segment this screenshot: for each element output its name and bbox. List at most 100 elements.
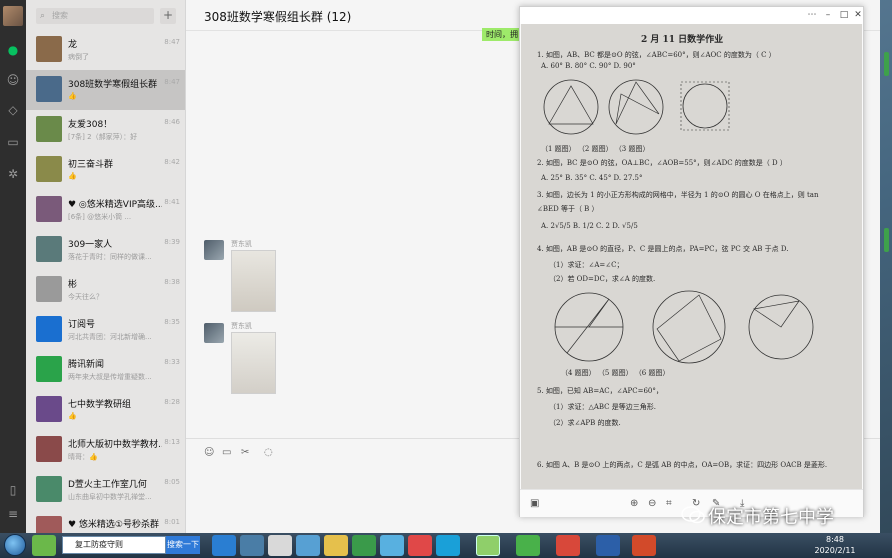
session-time: 8:38 xyxy=(164,278,180,286)
app-icon[interactable] xyxy=(268,535,292,556)
session-item[interactable]: ♥ 悠米精选①号秒杀群 8:01 xyxy=(26,510,185,533)
session-list: ⌕ 搜索 + 龙 8:47 病倒了 308班数学寒假组长群 8:47 👍 友爱308！ 8:4… xyxy=(26,0,186,533)
folder-icon[interactable]: ▭ xyxy=(5,134,21,150)
paper-line: ∠BED 等于（ B ） xyxy=(537,205,599,213)
save-icon[interactable]: ▣ xyxy=(530,498,539,509)
avatar xyxy=(36,76,62,102)
session-item[interactable]: 308班数学寒假组长群 8:47 👍 xyxy=(26,70,185,110)
folder-icon[interactable] xyxy=(324,535,348,556)
avatar[interactable] xyxy=(204,323,224,343)
avatar xyxy=(36,36,62,62)
app-icon[interactable] xyxy=(296,535,320,556)
paper-line: 6. 如图 A、B 是⊙O 上的两点，C 是弧 AB 的中点，OA=OB，求证：… xyxy=(537,461,828,469)
avatar xyxy=(36,396,62,422)
app-icon[interactable] xyxy=(632,535,656,556)
session-item[interactable]: 龙 8:47 病倒了 xyxy=(26,30,185,70)
session-name: D萱火主工作室几何 xyxy=(68,480,147,490)
zoom-out-icon[interactable]: ⊖ xyxy=(648,498,656,509)
session-time: 8:46 xyxy=(164,118,180,126)
session-item[interactable]: D萱火主工作室几何 8:05 山东曲阜初中数学孔禅堂... xyxy=(26,470,185,510)
maximize-button[interactable]: □ xyxy=(838,10,850,20)
avatar[interactable] xyxy=(204,240,224,260)
zoom-in-icon[interactable]: ⊕ xyxy=(630,498,638,509)
system-clock[interactable]: 8:48 2020/2/11 xyxy=(812,534,858,556)
avatar xyxy=(36,236,62,262)
paper-line: （1）求证：∠A=∠C； xyxy=(549,261,624,269)
contacts-icon[interactable]: ☺ xyxy=(5,72,21,88)
session-preview: 两年来大叔是传增重疑数... xyxy=(68,373,152,381)
scissors-icon[interactable]: ✂ xyxy=(241,447,249,458)
session-name: 腾讯新闻 xyxy=(68,360,105,370)
session-preview: 落花于青时：同样的做课... xyxy=(68,253,152,261)
add-button[interactable]: + xyxy=(160,8,176,24)
chat-icon[interactable]: ● xyxy=(5,42,21,58)
close-button[interactable]: ✕ xyxy=(852,10,864,20)
session-item[interactable]: 订阅号 8:35 河北共青团：河北新增确... xyxy=(26,310,185,350)
session-item[interactable]: 腾讯新闻 8:33 两年来大叔是传增重疑数... xyxy=(26,350,185,390)
taskbar: 复工防疫守则 搜索一下 8:48 2020/2/11 xyxy=(0,533,892,558)
avatar xyxy=(36,116,62,142)
session-item[interactable]: 彬 8:38 今天往么？ xyxy=(26,270,185,310)
session-name: 彬 xyxy=(68,280,78,290)
session-name: 北师大版初中数学教材... xyxy=(68,440,162,450)
ie-icon[interactable] xyxy=(212,535,236,556)
message-sender: 贾东凯 xyxy=(231,322,252,330)
session-preview: 👍 xyxy=(68,172,77,180)
session-time: 8:42 xyxy=(164,158,180,166)
taskbar-search-button[interactable]: 搜索一下 xyxy=(166,536,200,554)
avatar xyxy=(36,436,62,462)
my-avatar[interactable] xyxy=(3,6,23,26)
session-time: 8:33 xyxy=(164,358,180,366)
session-item[interactable]: ♥ ◎悠米精选VIP高级... 8:41 [6条] @悠米小筒 ... xyxy=(26,190,185,230)
figure-captions: （4 题图） （5 题图） （6 题图） xyxy=(561,369,670,377)
minimize-button[interactable]: – xyxy=(822,10,834,20)
app-icon[interactable] xyxy=(380,535,404,556)
iqiyi-icon[interactable] xyxy=(516,535,540,556)
app-icon[interactable] xyxy=(436,535,460,556)
app-icon[interactable] xyxy=(32,535,56,556)
session-time: 8:05 xyxy=(164,478,180,486)
word-icon[interactable] xyxy=(596,535,620,556)
media-icon[interactable] xyxy=(240,535,264,556)
figure-circles-1-3 xyxy=(543,79,730,135)
message-bubble-self[interactable]: 时间，拥 xyxy=(482,28,522,41)
session-name: ♥ ◎悠米精选VIP高级... xyxy=(68,200,162,210)
session-item[interactable]: 309一家人 8:39 落花于青时：同样的做课... xyxy=(26,230,185,270)
search-input[interactable]: ⌕ 搜索 xyxy=(36,8,154,24)
session-item[interactable]: 友爱308！ 8:46 [7条] 2（郝家萍）：好 xyxy=(26,110,185,150)
search-icon: ⌕ xyxy=(40,11,46,21)
session-name: 七中数学教研组 xyxy=(68,400,132,410)
avatar xyxy=(36,356,62,382)
session-item[interactable]: 七中数学教研组 8:28 👍 xyxy=(26,390,185,430)
message-image[interactable] xyxy=(231,332,276,394)
folder-icon[interactable]: ▭ xyxy=(222,447,231,458)
message-image[interactable] xyxy=(231,250,276,312)
emoji-icon[interactable]: ☺ xyxy=(204,447,214,458)
session-item[interactable]: 北师大版初中数学教材... 8:13 晴哥：👍 xyxy=(26,430,185,470)
session-preview: 👍 xyxy=(68,92,77,100)
paper-title: 2 月 11 日数学作业 xyxy=(641,35,724,45)
avatar xyxy=(36,476,62,502)
fit-icon[interactable]: ⌗ xyxy=(666,498,672,509)
player-icon[interactable] xyxy=(352,535,376,556)
clock-date: 2020/2/11 xyxy=(814,546,856,555)
session-name: 初三奋斗群 xyxy=(68,160,114,170)
paper-line: （2）若 OD=DC，求∠A 的度数. xyxy=(549,275,656,283)
moments-icon[interactable]: ✲ xyxy=(5,166,21,182)
menu-icon[interactable]: ≡ xyxy=(5,506,21,522)
viewer-titlebar: ⋯ – □ ✕ xyxy=(520,7,863,24)
session-item[interactable]: 初三奋斗群 8:42 👍 xyxy=(26,150,185,190)
phone-icon[interactable]: ▯ xyxy=(5,482,21,498)
session-preview: 今天往么？ xyxy=(68,293,103,301)
favorites-icon[interactable]: ◇ xyxy=(5,102,21,118)
figure-captions: （1 题图） （2 题图） （3 题图） xyxy=(541,145,650,153)
more-button[interactable]: ⋯ xyxy=(806,10,818,20)
app-icon[interactable] xyxy=(408,535,432,556)
session-preview: 河北共青团：河北新增确... xyxy=(68,333,152,341)
wechat-icon[interactable] xyxy=(476,535,500,556)
app-icon[interactable] xyxy=(556,535,580,556)
start-button[interactable] xyxy=(4,534,26,556)
session-time: 8:47 xyxy=(164,78,180,86)
taskbar-search-input[interactable]: 复工防疫守则 xyxy=(62,536,166,554)
chat-history-icon[interactable]: ◌ xyxy=(264,447,273,458)
